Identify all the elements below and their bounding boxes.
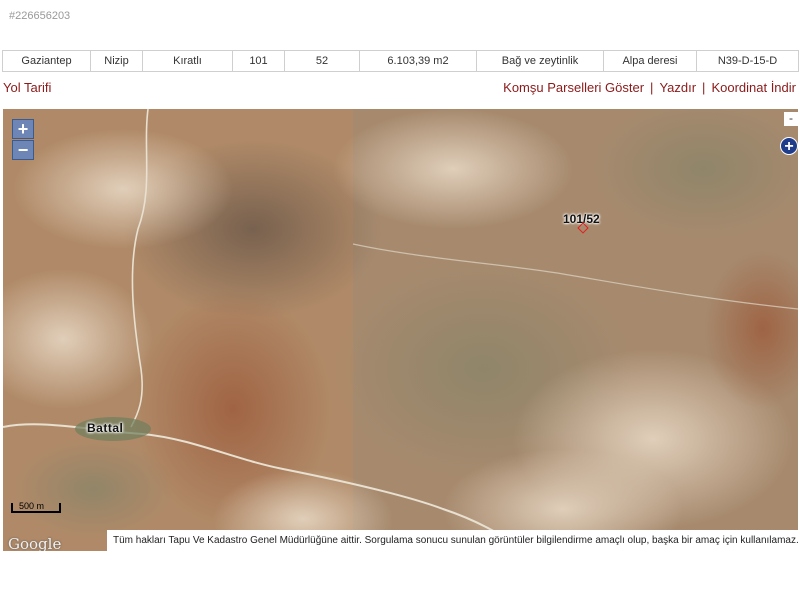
directions-link[interactable]: Yol Tarifi <box>3 80 51 95</box>
parcel-info-table: Gaziantep Nizip Kıratlı 101 52 6.103,39 … <box>2 50 799 72</box>
cell-province: Gaziantep <box>2 50 91 72</box>
cell-neighborhood: Kıratlı <box>142 50 233 72</box>
separator: | <box>702 80 706 95</box>
cell-district: Nizip <box>90 50 143 72</box>
cell-sheet: N39-D-15-D <box>696 50 799 72</box>
cell-area: 6.103,39 m2 <box>359 50 477 72</box>
scale-label: 500 m <box>19 501 45 511</box>
listing-id: #226656203 <box>9 10 71 22</box>
cell-land-type: Bağ ve zeytinlik <box>476 50 604 72</box>
satellite-map[interactable]: + − - + 101/52 Battal 500 m Google Tüm h… <box>3 109 798 551</box>
map-actions: Komşu Parselleri Göster | Yazdır | Koordinat… <box>503 80 796 95</box>
show-neighbors-link[interactable]: Komşu Parselleri Göster <box>503 80 644 95</box>
parcel-info-row: Gaziantep Nizip Kıratlı 101 52 6.103,39 … <box>2 50 799 72</box>
layer-switcher-button[interactable]: + <box>780 137 798 155</box>
separator: | <box>650 80 654 95</box>
map-attribution: Tüm hakları Tapu Ve Kadastro Genel Müdür… <box>107 530 798 551</box>
google-logo: Google <box>8 535 62 551</box>
cell-block: 101 <box>232 50 285 72</box>
collapse-control-button[interactable]: - <box>784 112 798 126</box>
download-coordinates-link[interactable]: Koordinat İndir <box>711 80 796 95</box>
town-label: Battal <box>87 421 124 435</box>
cell-location: Alpa deresi <box>603 50 697 72</box>
map-links-row: Yol Tarifi Komşu Parselleri Göster | Yazdı… <box>0 80 800 98</box>
zoom-in-button[interactable]: + <box>12 119 34 139</box>
satellite-imagery <box>3 109 798 551</box>
cell-parcel: 52 <box>284 50 360 72</box>
zoom-out-button[interactable]: − <box>12 140 34 160</box>
print-link[interactable]: Yazdır <box>659 80 696 95</box>
